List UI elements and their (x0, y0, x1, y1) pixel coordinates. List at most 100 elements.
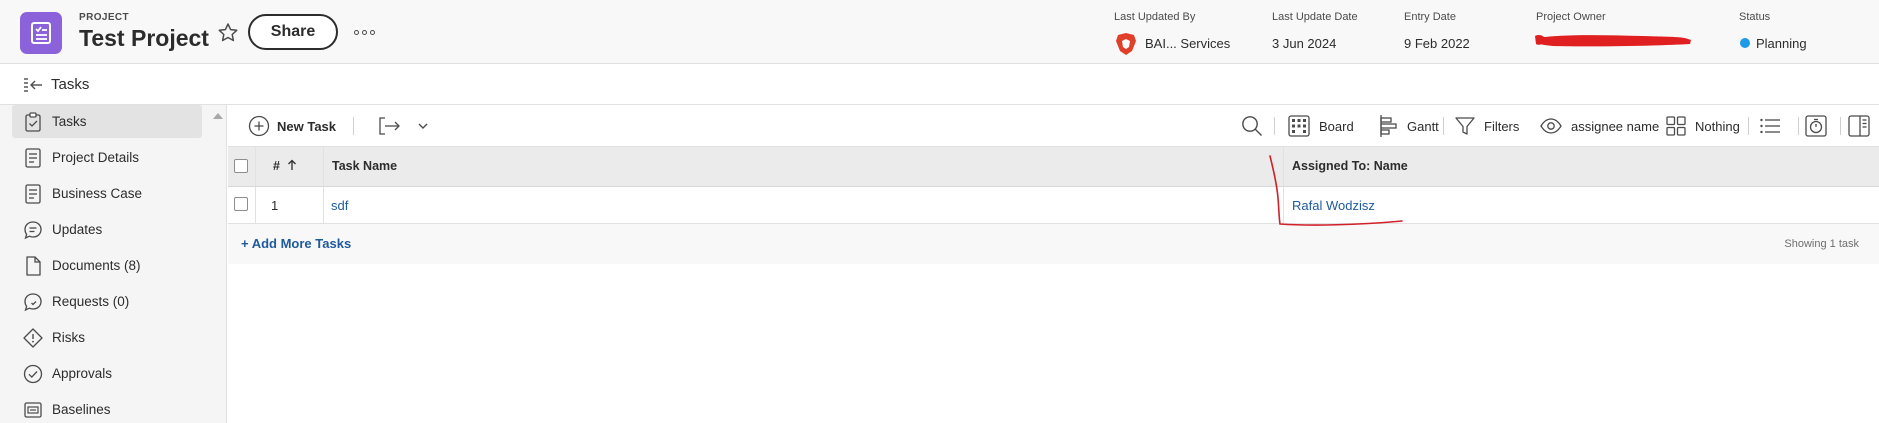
more-icon[interactable] (350, 22, 378, 42)
view-button[interactable]: assignee name (1539, 105, 1659, 147)
board-button[interactable]: Board (1287, 105, 1354, 147)
column-header-assigned-to[interactable]: Assigned To: Name (1292, 159, 1408, 173)
board-label: Board (1319, 118, 1354, 134)
page-title: Test Project (79, 25, 209, 51)
board-icon (1288, 115, 1310, 137)
grouping-label: Nothing (1695, 118, 1740, 134)
table-row[interactable]: 1 sdf Rafal Wodzisz (228, 187, 1879, 224)
column-header-number-label: # (273, 159, 280, 173)
toolbar-divider (353, 117, 354, 135)
sidebar-item-label: Updates (52, 222, 103, 237)
task-toolbar: New Task Board Gantt Filters assignee na… (228, 105, 1879, 147)
new-task-label: New Task (277, 118, 337, 134)
sidebar-item-updates[interactable]: Updates (12, 213, 202, 246)
column-divider (1283, 147, 1284, 186)
sidebar-item-label: Requests (0) (52, 294, 130, 309)
row-number: 1 (271, 198, 279, 213)
entry-date-value: 9 Feb 2022 (1404, 36, 1470, 51)
sidebar-item-requests[interactable]: Requests (0) (12, 285, 202, 318)
list-icon (1760, 118, 1780, 134)
sidebar-item-tasks[interactable]: Tasks (12, 105, 202, 138)
export-dropdown-button[interactable] (416, 105, 430, 147)
sidebar-item-label: Baselines (52, 402, 111, 417)
export-button[interactable] (378, 105, 404, 147)
last-update-date-value: 3 Jun 2024 (1272, 36, 1337, 51)
toolbar-divider (1798, 117, 1799, 135)
sidebar-item-approvals[interactable]: Approvals (12, 357, 202, 390)
column-header-number[interactable]: # (273, 159, 297, 173)
gantt-label: Gantt (1407, 118, 1439, 134)
timeline-button[interactable] (1804, 105, 1828, 147)
list-settings-button[interactable] (1758, 105, 1782, 147)
redaction-mark (1535, 35, 1691, 47)
diamond-warning-icon (23, 327, 43, 348)
sidebar-item-business-case[interactable]: Business Case (12, 177, 202, 210)
row-checkbox[interactable] (234, 197, 248, 211)
grid-header-row: # Task Name Assigned To: Name (228, 147, 1879, 187)
select-all-checkbox[interactable] (234, 159, 248, 173)
side-panel-icon (1848, 115, 1870, 137)
sidebar-scroll-up-icon[interactable] (213, 113, 223, 119)
sort-ascending-icon (288, 159, 297, 170)
project-kicker: PROJECT (79, 12, 130, 23)
chat-bubble-icon (24, 220, 42, 239)
check-circle-icon (23, 364, 43, 383)
document-lines-icon (25, 183, 41, 204)
project-owner-label: Project Owner (1536, 11, 1606, 23)
toolbar-divider (1748, 117, 1749, 135)
sidebar-item-baselines[interactable]: Baselines (12, 393, 202, 423)
export-icon (379, 117, 400, 135)
sidebar-item-label: Business Case (52, 186, 143, 201)
column-header-task-name[interactable]: Task Name (332, 159, 397, 173)
toolbar-divider (1443, 117, 1444, 135)
task-name-link[interactable]: sdf (331, 198, 348, 213)
column-divider (323, 187, 324, 223)
clipboard-check-icon (25, 111, 41, 132)
status-label: Status (1739, 11, 1771, 23)
breadcrumb: Tasks (0, 65, 1879, 105)
sidebar-item-risks[interactable]: Risks (12, 321, 202, 354)
view-label: assignee name (1571, 118, 1660, 134)
sidebar: Tasks Project Details Business Case Upda… (0, 105, 227, 423)
panel-toggle-button[interactable] (1847, 105, 1871, 147)
sidebar-item-documents[interactable]: Documents (8) (12, 249, 202, 282)
grouping-button[interactable]: Nothing (1665, 105, 1740, 147)
chevron-down-icon (418, 123, 428, 129)
column-divider (255, 187, 256, 223)
gantt-button[interactable]: Gantt (1377, 105, 1439, 147)
sidebar-item-label: Project Details (52, 150, 140, 165)
share-button[interactable]: Share (248, 14, 338, 50)
grid-footer: + Add More Tasks Showing 1 task (228, 224, 1879, 264)
last-update-date-label: Last Update Date (1272, 11, 1358, 23)
grouping-icon (1666, 116, 1686, 136)
sidebar-item-project-details[interactable]: Project Details (12, 141, 202, 174)
filter-icon (1455, 117, 1475, 135)
stopwatch-icon (1805, 115, 1827, 137)
column-divider (1283, 187, 1284, 223)
add-more-tasks-link[interactable]: + Add More Tasks (241, 236, 351, 251)
column-divider (323, 147, 324, 186)
file-icon (26, 255, 41, 276)
search-button[interactable] (1240, 105, 1264, 147)
collapse-sidebar-icon[interactable] (22, 77, 44, 93)
row-count-text: Showing 1 task (1784, 238, 1859, 250)
last-updated-by-label: Last Updated By (1114, 11, 1196, 23)
sidebar-item-label: Documents (8) (52, 258, 141, 273)
search-icon (1242, 116, 1262, 136)
assignee-link[interactable]: Rafal Wodzisz (1292, 198, 1375, 213)
status-value[interactable]: Planning (1756, 36, 1807, 51)
plus-circle-icon (248, 115, 270, 137)
baseline-calendar-icon (24, 401, 42, 418)
project-header: PROJECT Test Project Share Last Updated … (0, 0, 1879, 64)
star-icon[interactable] (216, 21, 240, 45)
new-task-button[interactable]: New Task (248, 105, 336, 147)
eye-icon (1540, 118, 1562, 134)
sidebar-item-label: Risks (52, 330, 85, 345)
breadcrumb-title: Tasks (51, 76, 90, 93)
filters-button[interactable]: Filters (1454, 105, 1519, 147)
document-lines-icon (25, 147, 41, 168)
filters-label: Filters (1484, 118, 1520, 134)
toolbar-divider (1274, 117, 1275, 135)
last-updated-by-value[interactable]: BAI... Services (1145, 36, 1230, 51)
sidebar-item-label: Tasks (52, 114, 87, 129)
